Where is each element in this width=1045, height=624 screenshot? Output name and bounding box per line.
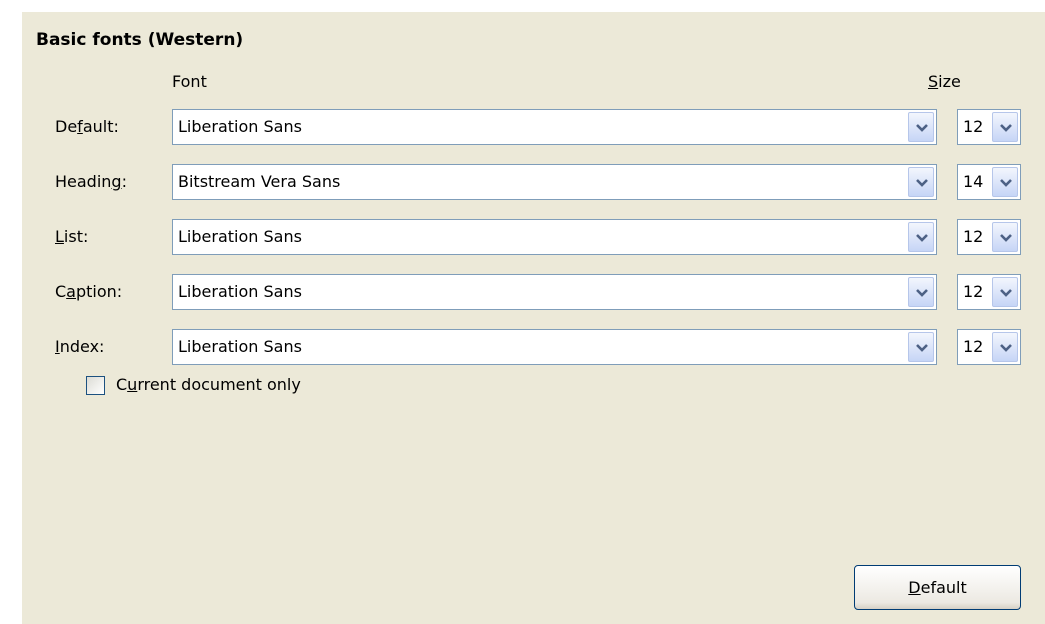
chevron-down-icon	[916, 289, 928, 297]
chevron-down-icon	[916, 234, 928, 242]
index-font-select[interactable]: Liberation Sans	[172, 329, 937, 365]
default-font-dropdown-button[interactable]	[908, 112, 934, 142]
chevron-down-icon	[916, 124, 928, 132]
chevron-down-icon	[1000, 124, 1012, 132]
default-size-dropdown-button[interactable]	[992, 112, 1018, 142]
caption-size-dropdown-button[interactable]	[992, 277, 1018, 307]
list-label: List:	[55, 227, 89, 246]
list-size-value: 12	[963, 227, 984, 246]
index-font-value: Liberation Sans	[178, 337, 302, 356]
heading-font-dropdown-button[interactable]	[908, 167, 934, 197]
default-size-value: 12	[963, 117, 984, 136]
font-column-header: Font	[172, 72, 207, 91]
caption-size-select[interactable]: 12	[957, 274, 1021, 310]
caption-font-value: Liberation Sans	[178, 282, 302, 301]
index-size-dropdown-button[interactable]	[992, 332, 1018, 362]
list-size-select[interactable]: 12	[957, 219, 1021, 255]
caption-size-value: 12	[963, 282, 984, 301]
section-title: Basic fonts (Western)	[36, 30, 244, 50]
heading-size-dropdown-button[interactable]	[992, 167, 1018, 197]
chevron-down-icon	[1000, 344, 1012, 352]
basic-fonts-panel: Basic fonts (Western) Font Size Default:…	[22, 12, 1045, 624]
index-font-dropdown-button[interactable]	[908, 332, 934, 362]
current-document-only-checkbox[interactable]	[86, 376, 105, 395]
default-font-select[interactable]: Liberation Sans	[172, 109, 937, 145]
size-column-header: Size	[928, 72, 961, 91]
index-size-value: 12	[963, 337, 984, 356]
default-font-value: Liberation Sans	[178, 117, 302, 136]
default-size-select[interactable]: 12	[957, 109, 1021, 145]
chevron-down-icon	[1000, 234, 1012, 242]
default-button[interactable]: Default	[854, 565, 1021, 610]
heading-font-value: Bitstream Vera Sans	[178, 172, 341, 191]
current-document-only-label[interactable]: Current document only	[116, 375, 301, 394]
list-font-dropdown-button[interactable]	[908, 222, 934, 252]
list-size-dropdown-button[interactable]	[992, 222, 1018, 252]
heading-label: Heading:	[55, 172, 127, 191]
heading-size-select[interactable]: 14	[957, 164, 1021, 200]
index-size-select[interactable]: 12	[957, 329, 1021, 365]
list-font-value: Liberation Sans	[178, 227, 302, 246]
caption-font-select[interactable]: Liberation Sans	[172, 274, 937, 310]
caption-label: Caption:	[55, 282, 123, 301]
list-font-select[interactable]: Liberation Sans	[172, 219, 937, 255]
default-label: Default:	[55, 117, 119, 136]
chevron-down-icon	[916, 344, 928, 352]
chevron-down-icon	[916, 179, 928, 187]
heading-font-select[interactable]: Bitstream Vera Sans	[172, 164, 937, 200]
index-label: Index:	[55, 337, 105, 356]
chevron-down-icon	[1000, 289, 1012, 297]
chevron-down-icon	[1000, 179, 1012, 187]
caption-font-dropdown-button[interactable]	[908, 277, 934, 307]
heading-size-value: 14	[963, 172, 984, 191]
